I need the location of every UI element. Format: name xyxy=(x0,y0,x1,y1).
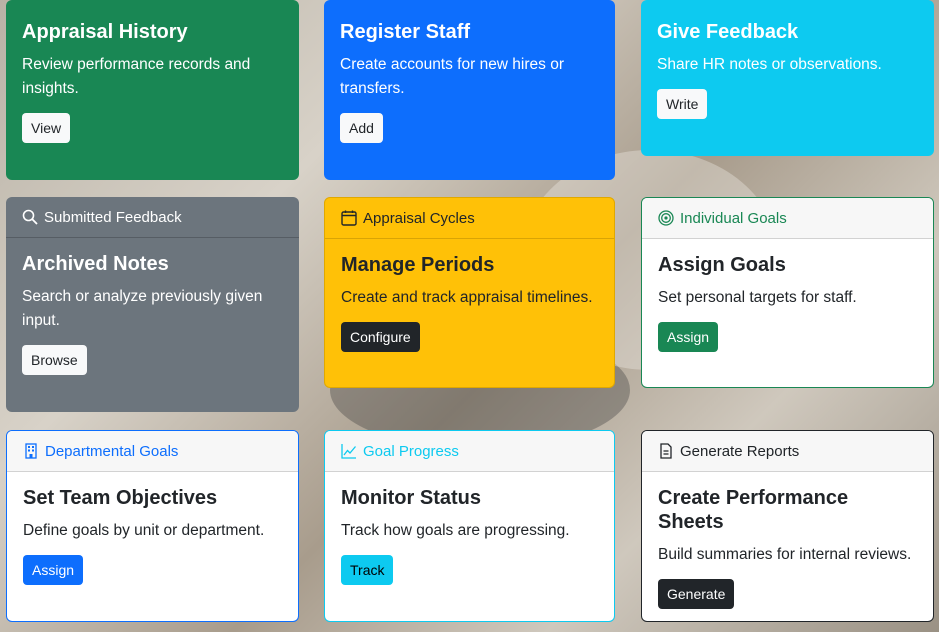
card-text: Review performance records and insights. xyxy=(22,56,251,97)
card-text: Share HR notes or observations. xyxy=(657,56,882,73)
card-performance-sheets: Generate Reports Create Performance Shee… xyxy=(641,430,934,622)
add-button[interactable]: Add xyxy=(340,113,383,143)
card-header: Submitted Feedback xyxy=(6,197,299,238)
card-text: Set personal targets for staff. xyxy=(658,289,857,306)
card-header-label: Submitted Feedback xyxy=(44,208,182,226)
card-title: Archived Notes xyxy=(22,253,169,275)
card-team-objectives: Departmental Goals Set Team Objectives D… xyxy=(6,430,299,622)
card-text: Create and track appraisal timelines. xyxy=(341,289,593,306)
generate-button[interactable]: Generate xyxy=(658,579,735,609)
card-archived-notes: Submitted Feedback Archived Notes Search… xyxy=(6,197,299,412)
view-button[interactable]: View xyxy=(22,113,71,143)
calendar-icon xyxy=(341,210,357,226)
card-give-feedback: Give Feedback Share HR notes or observat… xyxy=(641,0,934,156)
card-header-label: Generate Reports xyxy=(680,442,800,460)
browse-button[interactable]: Browse xyxy=(22,345,87,375)
card-header-label: Departmental Goals xyxy=(45,442,179,460)
card-header: Appraisal Cycles xyxy=(325,198,614,239)
document-icon xyxy=(658,443,674,459)
card-text: Search or analyze previously given input… xyxy=(22,288,263,329)
building-icon xyxy=(23,443,39,459)
card-text: Build summaries for internal reviews. xyxy=(658,546,912,563)
card-text: Create accounts for new hires or transfe… xyxy=(340,56,564,97)
card-title: Create Performance Sheets xyxy=(658,487,849,533)
card-header: Generate Reports xyxy=(642,431,933,472)
card-header-label: Goal Progress xyxy=(363,442,459,460)
card-monitor-status: Goal Progress Monitor Status Track how g… xyxy=(324,430,615,622)
card-text: Define goals by unit or department. xyxy=(23,522,265,539)
card-title: Monitor Status xyxy=(341,487,481,509)
target-icon xyxy=(658,210,674,226)
graph-up-icon xyxy=(341,443,357,459)
search-icon xyxy=(22,209,38,225)
assign-individual-goals-button[interactable]: Assign xyxy=(658,322,719,352)
configure-button[interactable]: Configure xyxy=(341,322,420,352)
write-button[interactable]: Write xyxy=(657,89,708,119)
card-title: Set Team Objectives xyxy=(23,487,218,509)
card-assign-goals: Individual Goals Assign Goals Set person… xyxy=(641,197,934,388)
card-title: Manage Periods xyxy=(341,254,495,276)
card-header: Departmental Goals xyxy=(7,431,298,472)
card-appraisal-history: Appraisal History Review performance rec… xyxy=(6,0,299,180)
assign-team-goals-button[interactable]: Assign xyxy=(23,555,84,585)
card-register-staff: Register Staff Create accounts for new h… xyxy=(324,0,615,180)
card-title: Appraisal History xyxy=(22,21,188,43)
track-button[interactable]: Track xyxy=(341,555,394,585)
card-text: Track how goals are progressing. xyxy=(341,522,570,539)
card-header-label: Individual Goals xyxy=(680,209,787,227)
card-title: Register Staff xyxy=(340,21,471,43)
card-title: Give Feedback xyxy=(657,21,799,43)
card-manage-periods: Appraisal Cycles Manage Periods Create a… xyxy=(324,197,615,388)
card-header: Individual Goals xyxy=(642,198,933,239)
card-title: Assign Goals xyxy=(658,254,786,276)
card-header: Goal Progress xyxy=(325,431,614,472)
card-header-label: Appraisal Cycles xyxy=(363,209,475,227)
